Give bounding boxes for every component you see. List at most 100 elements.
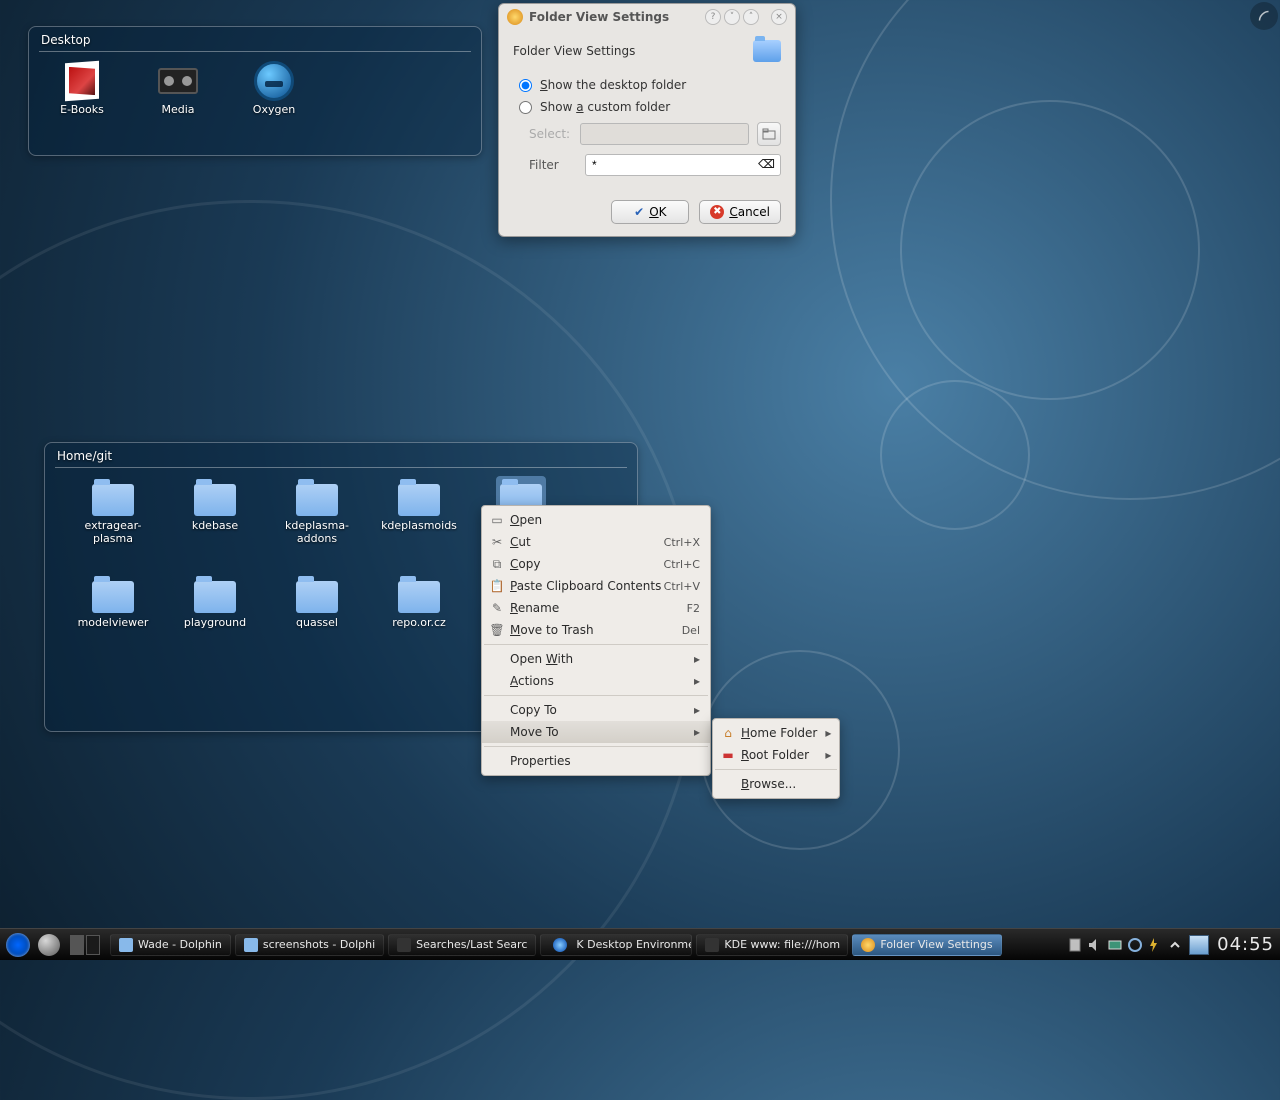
folder-item[interactable]: kdeplasmoids xyxy=(371,476,467,545)
separator xyxy=(39,51,471,52)
menu-label: Move to Trash xyxy=(510,623,682,637)
task-label: Wade - Dolphin xyxy=(138,938,222,951)
context-menu[interactable]: ▭ Open ✂CutCtrl+X⧉CopyCtrl+C📋Paste Clipboa… xyxy=(481,505,711,776)
show-desktop-button[interactable] xyxy=(38,934,60,956)
menu-item[interactable]: ⧉CopyCtrl+C xyxy=(482,553,710,575)
menu-item[interactable]: ▭ Open xyxy=(482,509,710,531)
context-submenu[interactable]: ⌂Home Folder▸▬Root Folder▸Browse... xyxy=(712,718,840,799)
close-button[interactable]: × xyxy=(771,9,787,25)
radio-label: Show a custom folder xyxy=(540,100,670,114)
task-icon xyxy=(397,938,411,952)
system-tray[interactable] xyxy=(1061,937,1189,953)
menu-item[interactable]: Browse... xyxy=(713,773,839,795)
radio-show-custom[interactable]: Show a custom folder xyxy=(513,96,781,118)
open-icon: ▭ xyxy=(488,513,506,527)
folderview-desktop[interactable]: Desktop E-Books Media Oxygen xyxy=(28,26,482,156)
menu-item[interactable]: ⌂Home Folder▸ xyxy=(713,722,839,744)
folderview-title: Desktop xyxy=(29,27,481,49)
battery-icon[interactable] xyxy=(1147,937,1163,953)
volume-icon[interactable] xyxy=(1087,937,1103,953)
folder-icon xyxy=(296,581,338,613)
menu-label: Open With xyxy=(510,652,686,666)
clock[interactable]: 04:55 xyxy=(1213,934,1280,955)
tray-expand-icon[interactable] xyxy=(1167,937,1183,953)
clear-filter-icon[interactable]: ⌫ xyxy=(758,157,775,171)
item-label: kdebase xyxy=(192,520,238,533)
network-icon[interactable] xyxy=(1127,937,1143,953)
select-path-input xyxy=(580,123,749,145)
submenu-arrow-icon: ▸ xyxy=(825,748,831,762)
menu-item[interactable]: Open With▸ xyxy=(482,648,710,670)
menu-item[interactable]: Properties xyxy=(482,750,710,772)
cut-icon: ✂ xyxy=(488,535,506,549)
pager[interactable] xyxy=(70,935,100,955)
menu-label: Actions xyxy=(510,674,686,688)
button-label: OK xyxy=(649,205,666,219)
folder-view-settings-dialog[interactable]: Folder View Settings ? ˅ ˄ × Folder View… xyxy=(498,3,796,237)
menu-item[interactable]: ✎RenameF2 xyxy=(482,597,710,619)
menu-item[interactable]: 🗑 Move to TrashDel xyxy=(482,619,710,641)
menu-label: Root Folder xyxy=(741,748,817,762)
folder-item[interactable]: extragear-plasma xyxy=(65,476,161,545)
taskbar-task[interactable]: KDE www: file:///hom xyxy=(696,934,848,956)
folder-item[interactable]: modelviewer xyxy=(65,573,161,630)
taskbar-task[interactable]: Searches/Last Searc xyxy=(388,934,536,956)
item-label: repo.or.cz xyxy=(392,617,446,630)
calendar-icon[interactable] xyxy=(1189,935,1209,955)
menu-separator xyxy=(715,769,837,770)
menu-item[interactable]: Actions ▸ xyxy=(482,670,710,692)
folder-item[interactable]: playground xyxy=(167,573,263,630)
folder-item[interactable]: quassel xyxy=(269,573,365,630)
menu-shortcut: F2 xyxy=(687,602,700,615)
item-label: modelviewer xyxy=(78,617,149,630)
folder-item[interactable]: repo.or.cz xyxy=(371,573,467,630)
menu-item[interactable]: Move To▸ xyxy=(482,721,710,743)
klipper-icon[interactable] xyxy=(1067,937,1083,953)
menu-item[interactable]: 📋Paste Clipboard ContentsCtrl+V xyxy=(482,575,710,597)
dialog-titlebar[interactable]: Folder View Settings ? ˅ ˄ × xyxy=(499,4,795,30)
radio-input[interactable] xyxy=(519,79,532,92)
menu-item[interactable]: ▬Root Folder▸ xyxy=(713,744,839,766)
task-label: screenshots - Dolphi xyxy=(263,938,375,951)
minimize-button[interactable]: ˅ xyxy=(724,9,740,25)
copy-icon: ⧉ xyxy=(488,557,506,572)
menu-shortcut: Del xyxy=(682,624,700,637)
radio-input[interactable] xyxy=(519,101,532,114)
taskbar-task[interactable]: screenshots - Dolphi xyxy=(235,934,384,956)
trash-icon: 🗑 xyxy=(488,623,506,637)
maximize-button[interactable]: ˄ xyxy=(743,9,759,25)
help-button[interactable]: ? xyxy=(705,9,721,25)
menu-separator xyxy=(484,746,708,747)
folder-item[interactable]: kdeplasma-addons xyxy=(269,476,365,545)
ok-button[interactable]: ✔ OK xyxy=(611,200,689,224)
folder-icon xyxy=(194,484,236,516)
folder-item[interactable]: kdebase xyxy=(167,476,263,545)
plasma-cashew-button[interactable] xyxy=(1250,2,1278,30)
device-icon[interactable] xyxy=(1107,937,1123,953)
kde-logo-icon xyxy=(6,933,30,957)
pager-desktop-1[interactable] xyxy=(70,935,84,955)
menu-item[interactable]: ✂CutCtrl+X xyxy=(482,531,710,553)
taskbar[interactable]: Wade - Dolphin screenshots - Dolphi Search… xyxy=(0,928,1280,960)
taskbar-task[interactable]: Folder View Settings xyxy=(852,934,1001,956)
pager-desktop-2[interactable] xyxy=(86,935,100,955)
item-label: quassel xyxy=(296,617,338,630)
task-label: KDE www: file:///hom xyxy=(724,938,840,951)
desktop-item[interactable]: E-Books xyxy=(37,60,127,117)
filter-input[interactable] xyxy=(585,154,781,176)
cancel-button[interactable]: ✖ Cancel xyxy=(699,200,781,224)
pdf-icon xyxy=(65,61,99,101)
taskbar-task[interactable]: Wade - Dolphin xyxy=(110,934,231,956)
item-label: Media xyxy=(161,104,194,117)
taskbar-task[interactable]: K Desktop Environme xyxy=(540,934,692,956)
menu-label: Open xyxy=(510,513,700,527)
menu-item[interactable]: Copy To▸ xyxy=(482,699,710,721)
kickoff-menu-button[interactable] xyxy=(2,931,34,959)
menu-separator xyxy=(484,695,708,696)
radio-show-desktop[interactable]: Show the desktop folder xyxy=(513,74,781,96)
desktop-item[interactable]: Media xyxy=(133,60,223,117)
submenu-arrow-icon: ▸ xyxy=(694,674,700,688)
task-icon xyxy=(244,938,258,952)
browse-folder-button[interactable] xyxy=(757,122,781,146)
desktop-item[interactable]: Oxygen xyxy=(229,60,319,117)
